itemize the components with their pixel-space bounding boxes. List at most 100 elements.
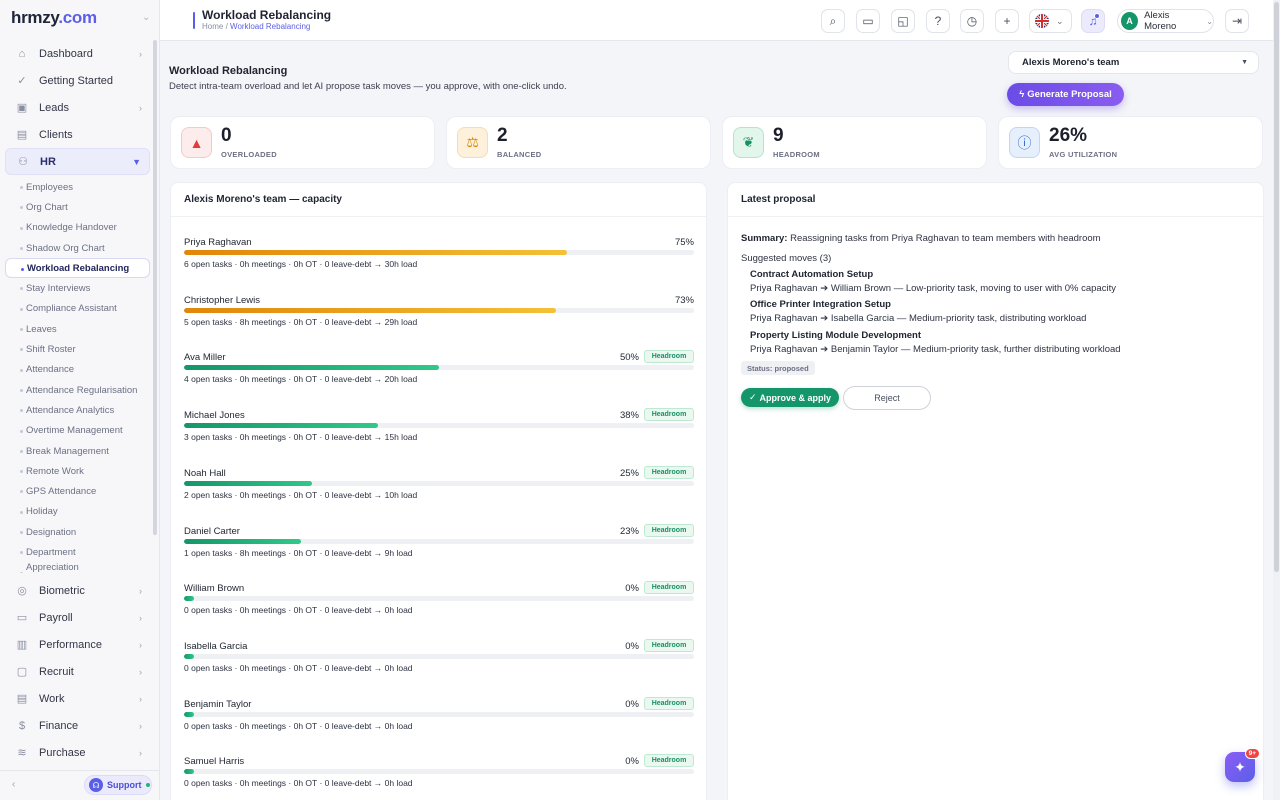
submenu-item-remote-work[interactable]: Remote Work — [5, 461, 150, 481]
sidebar-item-biometric[interactable]: ◎ Biometric › — [5, 577, 150, 604]
sidebar-item-recruit[interactable]: ▢ Recruit › — [5, 658, 150, 685]
sidebar-item-label: Work — [39, 692, 65, 705]
submenu-item-designation[interactable]: Designation — [5, 522, 150, 542]
submenu-item-appreciation[interactable]: Appreciation — [5, 563, 150, 573]
stat-card-headroom: ❦ 9 HEADROOM — [722, 116, 987, 169]
search-button[interactable]: ⌕ — [821, 9, 845, 33]
collapse-sidebar-icon[interactable]: ‹ — [12, 779, 15, 790]
top-header: Workload Rebalancing Home / Workload Reb… — [160, 0, 1280, 41]
headroom-badge: Headroom — [644, 696, 694, 710]
breadcrumb-home[interactable]: Home — [202, 22, 223, 31]
team-select[interactable]: Alexis Moreno's team ▼ — [1008, 51, 1259, 74]
chart-icon: ▤ — [16, 129, 28, 141]
scrollbar-thumb[interactable] — [1274, 2, 1279, 572]
support-button[interactable]: ☊ Support — [84, 775, 152, 795]
member-load-details: 0 open tasks · 0h meetings · 0h OT · 0 l… — [184, 605, 413, 616]
sidebar-item-leads[interactable]: ▣ Leads › — [5, 94, 150, 121]
headroom-badge: Headroom — [644, 638, 694, 652]
utilization-bar — [184, 711, 195, 717]
sidebar-item-purchase[interactable]: ≋ Purchase › — [5, 739, 150, 766]
headroom-badge: Headroom — [644, 754, 694, 768]
reject-button[interactable]: Reject — [843, 386, 931, 410]
dollar-icon: $ — [18, 719, 26, 732]
utilization-track — [184, 480, 694, 486]
caret-down-icon: ▼ — [1241, 59, 1248, 66]
stat-label: HEADROOM — [773, 150, 820, 159]
approve-apply-button[interactable]: ✓ Approve & apply — [741, 388, 839, 407]
chevron-right-icon: › — [139, 693, 142, 704]
generate-proposal-button[interactable]: ϟ Generate Proposal — [1007, 83, 1124, 106]
check-circle-icon: ✓ — [17, 75, 27, 87]
submenu-item-attendance[interactable]: Attendance — [5, 360, 150, 380]
stat-value: 0 — [221, 125, 232, 146]
submenu-item-holiday[interactable]: Holiday — [5, 502, 150, 522]
submenu-item-stay-interviews[interactable]: Stay Interviews — [5, 278, 150, 298]
move-description: Priya Raghavan ➔ William Brown — Low-pri… — [750, 283, 1250, 294]
user-menu[interactable]: A Alexis Moreno ⌄ — [1117, 9, 1214, 33]
generate-proposal-label: Generate Proposal — [1027, 89, 1112, 100]
language-select[interactable]: ⌄ — [1029, 9, 1072, 33]
ai-assistant-button[interactable]: ✦ 9+ — [1225, 748, 1260, 782]
sidebar-item-performance[interactable]: ▥ Performance › — [5, 631, 150, 658]
sidebar-scrollbar[interactable] — [153, 40, 157, 535]
submenu-item-gps-attendance[interactable]: GPS Attendance — [5, 481, 150, 501]
submenu-item-break-management[interactable]: Break Management — [5, 441, 150, 461]
add-button[interactable]: + — [995, 9, 1019, 33]
sidebar-item-dashboard[interactable]: ⌂ Dashboard › — [5, 40, 150, 67]
stat-label: BALANCED — [497, 150, 542, 159]
help-button[interactable]: ? — [926, 9, 950, 33]
notifications-button[interactable]: ♫ — [1081, 9, 1105, 33]
move-reason: — Medium-priority task, further distribu… — [900, 343, 1121, 355]
sidebar-item-label: HR — [40, 155, 56, 168]
sidebar-footer: ‹ ☊ Support — [0, 770, 160, 800]
page-scrollbar[interactable] — [1273, 0, 1280, 800]
logo[interactable]: hrmzy.com — [11, 8, 97, 28]
calendar-button[interactable]: ▭ — [856, 9, 880, 33]
headset-icon: ☊ — [89, 778, 103, 792]
submenu-item-org-chart[interactable]: Org Chart — [5, 197, 150, 217]
stat-card-avg-utilization: ⓘ 26% AVG UTILIZATION — [998, 116, 1263, 169]
support-label: Support — [107, 780, 142, 790]
chevron-down-icon: ⌄ — [1206, 16, 1213, 26]
timer-button[interactable]: ◷ — [960, 9, 984, 33]
logout-icon: ⇥ — [1231, 14, 1243, 28]
submenu-item-attendance-regularisation[interactable]: Attendance Regularisation — [5, 380, 150, 400]
arrow-right-icon: ➔ — [817, 313, 831, 325]
move-task-title: Office Printer Integration Setup — [750, 299, 891, 311]
submenu-item-knowledge-handover[interactable]: Knowledge Handover — [5, 218, 150, 238]
submenu-item-shadow-org-chart[interactable]: Shadow Org Chart — [5, 238, 150, 258]
sidebar-item-label: Finance — [39, 719, 79, 732]
submenu-item-employees[interactable]: Employees — [5, 177, 150, 197]
submenu-item-leaves[interactable]: Leaves — [5, 319, 150, 339]
sidebar-item-work[interactable]: ▤ Work › — [5, 685, 150, 712]
suggested-move: Property Listing Module Development Priya… — [750, 330, 1250, 355]
notes-button[interactable]: ◱ — [891, 9, 915, 33]
chevron-down-icon[interactable]: ⌄ — [142, 12, 150, 23]
sidebar-item-finance[interactable]: $ Finance › — [5, 712, 150, 739]
scale-icon: ⚖ — [457, 127, 488, 158]
headroom-badge: Headroom — [644, 408, 694, 422]
submenu-item-compliance-assistant[interactable]: Compliance Assistant — [5, 299, 150, 319]
hr-submenu: Employees Org Chart Knowledge Handover Shad… — [5, 177, 150, 573]
member-load-details: 2 open tasks · 0h meetings · 0h OT · 0 l… — [184, 489, 418, 500]
submenu-item-attendance-analytics[interactable]: Attendance Analytics — [5, 400, 150, 420]
member-row: William Brown 0% Headroom 0 open tasks · 0h… — [184, 581, 694, 623]
sidebar-item-clients[interactable]: ▤ Clients — [5, 121, 150, 148]
submenu-item-overtime-management[interactable]: Overtime Management — [5, 421, 150, 441]
sidebar-item-hr[interactable]: ⚇ HR ▼ — [5, 148, 150, 175]
sticky-note-icon: ◱ — [897, 14, 909, 28]
sidebar-item-getting-started[interactable]: ✓ Getting Started — [5, 67, 150, 94]
logout-button[interactable]: ⇥ — [1225, 9, 1249, 33]
chevron-down-icon: ⌄ — [1056, 15, 1064, 26]
member-row: Ava Miller 50% Headroom 4 open tasks · 0h m… — [184, 350, 694, 392]
sidebar-item-payroll[interactable]: ▭ Payroll › — [5, 604, 150, 631]
submenu-item-workload-rebalancing[interactable]: Workload Rebalancing — [5, 258, 150, 279]
move-to: Benjamin Taylor — [830, 343, 899, 355]
headroom-badge: Headroom — [644, 581, 694, 595]
sidebar-item-label: Leads — [39, 101, 69, 114]
utilization-track — [184, 365, 694, 371]
member-name: Christopher Lewis — [184, 294, 261, 306]
submenu-item-department[interactable]: Department — [5, 542, 150, 562]
submenu-item-shift-roster[interactable]: Shift Roster — [5, 339, 150, 359]
member-load-details: 5 open tasks · 8h meetings · 0h OT · 0 l… — [184, 316, 418, 327]
